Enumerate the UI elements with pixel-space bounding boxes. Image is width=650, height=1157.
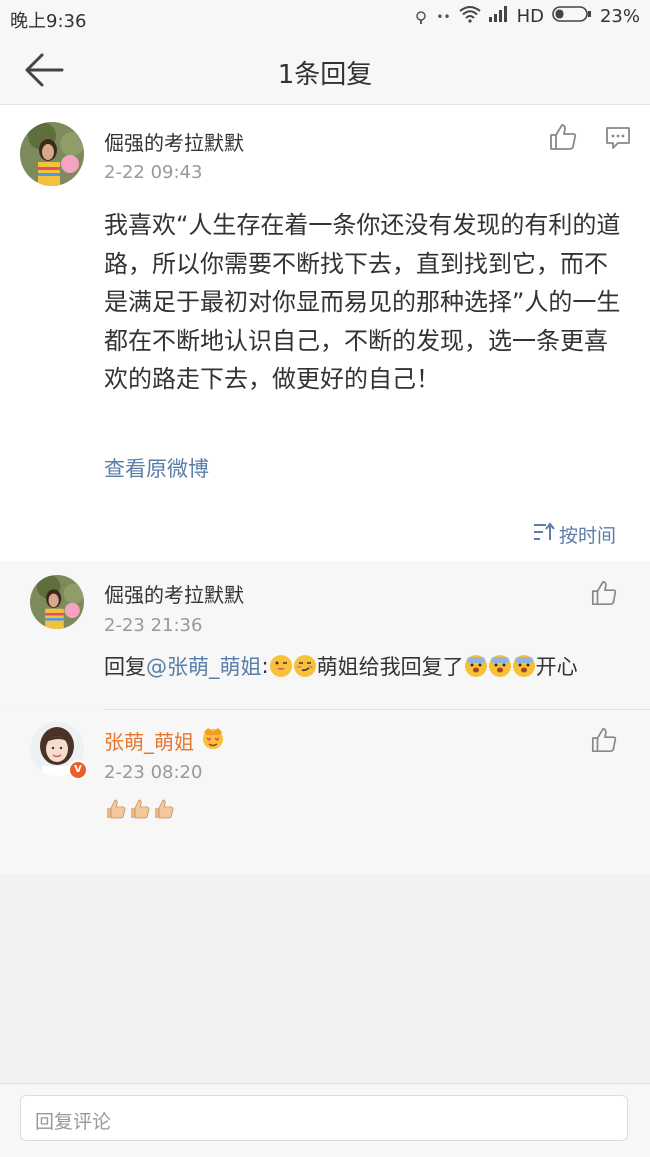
sort-by-time-button[interactable]: 按时间: [533, 521, 616, 548]
thumbs-up-emoji: [129, 798, 151, 820]
avatar[interactable]: [20, 122, 84, 186]
sort-label: 按时间: [559, 525, 617, 547]
view-original-link[interactable]: 查看原微博: [104, 453, 209, 483]
crown-emoji-icon: [200, 726, 226, 755]
alarm-icon: [414, 10, 428, 24]
dots-icon: ••: [436, 9, 451, 24]
reply-time: 2-23 08:20: [104, 762, 203, 783]
reply-colon: :: [261, 654, 269, 678]
scared-emoji: [512, 655, 535, 677]
list-item: 倔强的考拉默默 2-23 21:36 回复 @张萌_萌姐 : 萌姐给我回复了 开…: [0, 563, 650, 709]
verified-badge-icon: V: [68, 760, 88, 780]
reply-content: 回复 @张萌_萌姐 : 萌姐给我回复了 开心: [104, 651, 578, 681]
post-time: 2-22 09:43: [104, 162, 203, 183]
status-bar: 晚上9:36 •• HD 23%: [0, 0, 650, 36]
reply-text-end: 开心: [535, 655, 578, 679]
reply-time: 2-23 21:36: [104, 615, 203, 636]
reply-prefix: 回复: [104, 655, 146, 679]
reply-username[interactable]: 张萌_萌姐: [104, 726, 194, 755]
like-icon[interactable]: [548, 122, 578, 152]
reply-content: [104, 798, 176, 820]
like-icon[interactable]: [590, 726, 618, 754]
comment-icon[interactable]: [604, 124, 632, 152]
reply-bar: 回复评论: [0, 1083, 650, 1157]
wifi-icon: [458, 5, 481, 28]
mention-link[interactable]: @张萌_萌姐: [146, 651, 262, 681]
smirk-emoji: [293, 655, 316, 677]
avatar[interactable]: V: [30, 722, 88, 780]
reply-username[interactable]: 倔强的考拉默默: [104, 579, 244, 608]
reply-username-row: 张萌_萌姐: [104, 726, 226, 755]
list-item: V 张萌_萌姐 2-23 08:20: [0, 710, 650, 874]
post-content: 我喜欢“人生存在着一条你还没有发现的有利的道路，所以你需要不断找下去，直到找到它…: [104, 211, 621, 393]
status-icons: •• HD 23%: [414, 5, 640, 28]
status-time: 晚上9:36: [10, 11, 87, 32]
reply-text-mid: 萌姐给我回复了: [316, 655, 464, 679]
battery-icon: [552, 5, 592, 28]
avatar[interactable]: [30, 575, 84, 629]
page-title: 1条回复: [277, 60, 373, 90]
reply-input[interactable]: 回复评论: [20, 1095, 628, 1141]
battery-percent: 23%: [599, 6, 640, 27]
thumbs-up-emoji: [153, 798, 175, 820]
scared-emoji: [464, 655, 487, 677]
thumbs-up-emoji: [105, 798, 127, 820]
post-username[interactable]: 倔强的考拉默默: [104, 127, 244, 156]
signal-icon: [488, 6, 509, 27]
like-icon[interactable]: [590, 579, 618, 607]
scared-emoji: [488, 655, 511, 677]
tongue-emoji: [269, 655, 292, 677]
network-label: HD: [516, 6, 544, 27]
sort-icon: [533, 522, 555, 547]
main-comment: 倔强的考拉默默 2-22 09:43 我喜欢“人生存在着一条你还没有发现的有利的…: [0, 105, 650, 562]
nav-bar: 1条回复: [0, 36, 650, 105]
